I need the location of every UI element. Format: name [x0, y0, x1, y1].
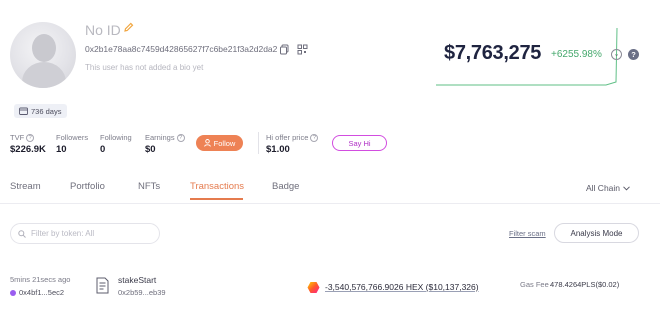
- stat-tvf-value: $226.9K: [10, 144, 46, 155]
- copy-icon[interactable]: [279, 42, 290, 55]
- stat-earnings-label: Earnings: [145, 133, 175, 142]
- stat-earnings: Earnings? $0: [145, 133, 185, 155]
- hi-offer-price: Hi offer price? $1.00: [266, 133, 319, 155]
- help-icon[interactable]: ?: [310, 133, 319, 142]
- chain-dropdown-label: All Chain: [586, 183, 621, 193]
- say-hi-button[interactable]: Say Hi: [332, 135, 387, 151]
- token-filter-input[interactable]: [10, 223, 160, 244]
- follow-button[interactable]: Follow: [196, 135, 243, 151]
- search-icon: [18, 229, 26, 238]
- active-tab-indicator: [190, 198, 243, 200]
- tx-time: 5mins 21secs ago: [10, 275, 71, 284]
- tab-badge[interactable]: Badge: [272, 181, 299, 192]
- qr-code-icon[interactable]: [297, 42, 308, 55]
- tab-portfolio[interactable]: Portfolio: [70, 181, 105, 192]
- filter-scam-link[interactable]: Filter scam: [509, 229, 546, 238]
- portfolio-total-value: $7,763,275: [444, 42, 542, 64]
- follow-button-label: Follow: [213, 138, 236, 148]
- stat-earnings-value: $0: [145, 144, 156, 155]
- token-filter-field[interactable]: [31, 229, 151, 238]
- stat-following[interactable]: Following 0: [100, 133, 132, 155]
- tx-from[interactable]: 0x4bf1...5ec2: [10, 288, 64, 297]
- tab-nfts[interactable]: NFTs: [138, 181, 160, 192]
- tab-stream[interactable]: Stream: [10, 181, 41, 192]
- contract-document-icon: [95, 277, 110, 294]
- help-icon[interactable]: ?: [628, 49, 639, 60]
- portfolio-change: +6255.98%: [551, 49, 602, 60]
- user-icon: [203, 139, 211, 147]
- help-icon[interactable]: ?: [176, 133, 185, 142]
- tx-amount[interactable]: -3,540,576,766.9026 HEX ($10,137,326): [325, 282, 479, 292]
- edit-pencil-icon[interactable]: [124, 22, 136, 36]
- chain-dropdown[interactable]: All Chain: [586, 183, 630, 193]
- wallet-address: 0x2b1e78aa8c7459d42865627f7c6be21f3a2d2d…: [85, 44, 278, 54]
- divider: [0, 203, 660, 204]
- stat-following-label: Following: [100, 133, 132, 142]
- gas-fee-value: 478.4264PLS($0.02): [550, 280, 620, 289]
- tx-from-address: 0x4bf1...5ec2: [19, 288, 65, 297]
- avatar: [10, 22, 76, 88]
- help-icon[interactable]: ?: [26, 133, 35, 142]
- stat-tvf: TVF? $226.9K: [10, 133, 46, 155]
- stat-followers[interactable]: Followers 10: [56, 133, 88, 155]
- stat-following-value: 0: [100, 144, 106, 155]
- stat-tvf-label: TVF: [10, 133, 25, 142]
- tx-contract-address[interactable]: 0x2b59...eb39: [118, 288, 166, 297]
- chevron-down-icon[interactable]: ⌄: [611, 49, 622, 60]
- tab-transactions[interactable]: Transactions: [190, 181, 244, 192]
- stat-followers-label: Followers: [56, 133, 89, 142]
- profile-name: No ID: [85, 22, 121, 38]
- tx-method: stakeStart: [118, 275, 157, 285]
- account-age-badge: 736 days: [14, 104, 68, 118]
- hex-token-icon: [307, 281, 320, 294]
- hi-offer-value: $1.00: [266, 144, 290, 155]
- chevron-down-icon: [623, 185, 630, 191]
- account-age-text: 736 days: [31, 106, 62, 116]
- chain-dot-icon: [10, 289, 16, 296]
- profile-bio: This user has not added a bio yet: [85, 63, 204, 72]
- stat-followers-value: 10: [56, 144, 67, 155]
- calendar-icon: [19, 107, 28, 115]
- analysis-mode-button[interactable]: Analysis Mode: [554, 223, 639, 243]
- gas-fee-label: Gas Fee: [520, 280, 549, 289]
- divider: [258, 132, 259, 154]
- hi-offer-label: Hi offer price: [266, 133, 309, 142]
